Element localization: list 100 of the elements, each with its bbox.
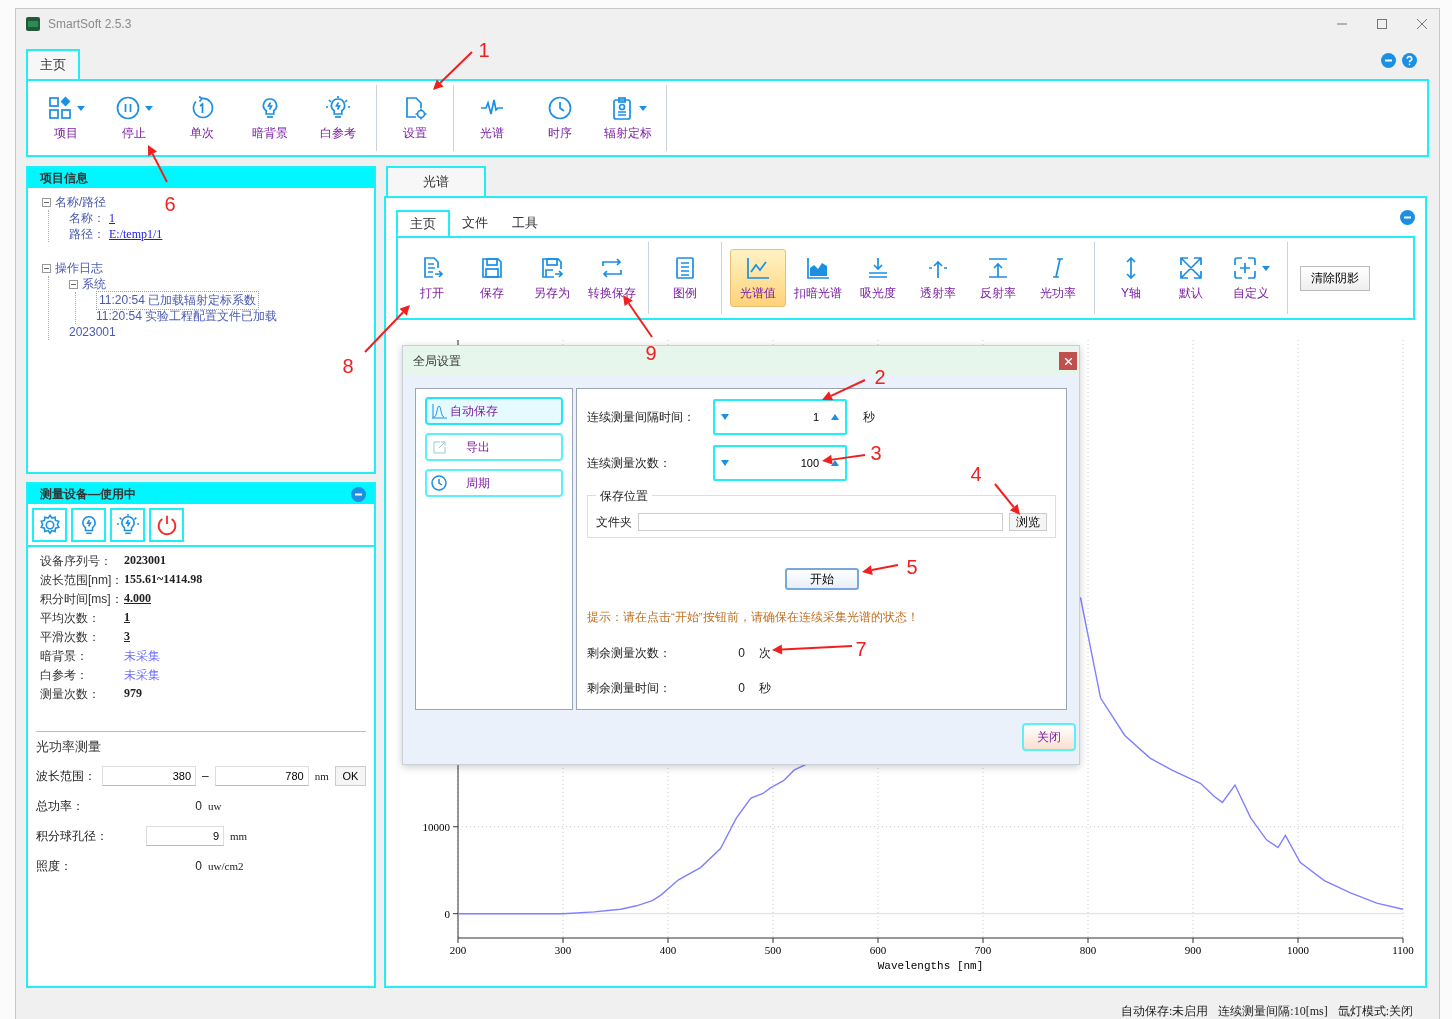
close-icon bbox=[1064, 357, 1072, 365]
toolbar-button[interactable]: Y轴 bbox=[1103, 249, 1159, 307]
toolbar-button[interactable]: 光谱值 bbox=[730, 249, 786, 307]
close-button[interactable] bbox=[1059, 352, 1077, 370]
value-text: 0 bbox=[737, 646, 745, 660]
unit-label: 秒 bbox=[863, 408, 875, 426]
path-link[interactable]: E:/temp1/1 bbox=[109, 226, 163, 242]
pause-icon bbox=[115, 95, 141, 121]
tree-item[interactable]: 名称： bbox=[69, 209, 105, 227]
tree-item[interactable]: 2023001 bbox=[69, 325, 116, 339]
toolbar-button[interactable]: 保存 bbox=[464, 249, 520, 307]
collapse-icon bbox=[1400, 210, 1415, 225]
tree-item[interactable]: 操作日志 bbox=[55, 259, 103, 277]
toolbar-button[interactable]: 转换保存 bbox=[584, 249, 640, 307]
toolbar-button[interactable]: 图例 bbox=[657, 249, 713, 307]
folder-field[interactable] bbox=[638, 513, 1003, 531]
annotation-number: 9 bbox=[645, 342, 657, 364]
tree-item[interactable]: 名称/路径 bbox=[55, 193, 107, 211]
device-tool-button[interactable] bbox=[71, 508, 106, 542]
ribbon-tab[interactable]: 主页 bbox=[396, 210, 450, 236]
info-value: 未采集 bbox=[124, 648, 161, 665]
device-tool-button[interactable] bbox=[32, 508, 67, 542]
axis-tick-label: 200 bbox=[449, 944, 467, 956]
toolbar-button[interactable]: 辐射定标 bbox=[598, 89, 658, 147]
ribbon-tab[interactable]: 主页 bbox=[26, 49, 80, 79]
start-button[interactable]: 开始 bbox=[784, 568, 859, 590]
toolbar-button[interactable]: 停止 bbox=[104, 89, 164, 147]
clear-shading-button[interactable]: 清除阴影 bbox=[1300, 265, 1370, 291]
caret-down-icon bbox=[721, 460, 729, 466]
device-tool-button[interactable] bbox=[110, 508, 145, 542]
axis-tick-label: 400 bbox=[659, 944, 677, 956]
device-tool-button[interactable] bbox=[149, 508, 184, 542]
tree-toggle-icon[interactable] bbox=[42, 263, 51, 273]
nav-item[interactable]: 自动保存 bbox=[425, 397, 563, 425]
field-label: 剩余测量时间： bbox=[587, 679, 672, 697]
toolbar-button[interactable]: 默认 bbox=[1163, 249, 1219, 307]
collapse-icon bbox=[1381, 53, 1396, 68]
toolbar-button[interactable]: 扣暗光谱 bbox=[790, 249, 846, 307]
number-field[interactable]: 100 bbox=[729, 456, 831, 470]
tree-item[interactable]: 11:20:54 实验工程配置文件已加载 bbox=[96, 307, 278, 325]
toolbar-button[interactable]: 单次 bbox=[172, 89, 232, 147]
info-value: 未采集 bbox=[124, 667, 161, 684]
hint-text: 提示：请在点击“开始”按钮前，请确保在连续采集光谱的状态！ bbox=[587, 610, 920, 625]
close-button[interactable]: 关闭 bbox=[1022, 723, 1076, 751]
area-chart-icon bbox=[805, 255, 831, 281]
toolbar-button[interactable]: 白参考 bbox=[308, 89, 368, 147]
path-link[interactable]: 1 bbox=[109, 210, 115, 226]
status-text: 连续测量间隔:10[ms] bbox=[1218, 1003, 1328, 1019]
caret-icon bbox=[1262, 265, 1270, 271]
toolbar-button[interactable]: 时序 bbox=[530, 89, 590, 147]
clock-icon bbox=[547, 95, 573, 121]
tree-toggle-icon[interactable] bbox=[42, 197, 51, 207]
panel-title: 项目信息 bbox=[40, 169, 88, 187]
toolbar-button[interactable]: 反射率 bbox=[970, 249, 1026, 307]
document-tab[interactable]: 光谱 bbox=[386, 166, 486, 196]
info-label: 暗背景： bbox=[40, 648, 89, 665]
number-field[interactable]: 780 bbox=[214, 766, 309, 786]
value-link[interactable]: 4.000 bbox=[124, 591, 364, 608]
toolbar-button[interactable]: 光谱 bbox=[462, 89, 522, 147]
spin-box[interactable]: 1 bbox=[713, 399, 847, 435]
gear-icon bbox=[37, 513, 62, 537]
caret-icon bbox=[145, 105, 153, 111]
annotation-number: 8 bbox=[342, 355, 354, 377]
toolbar-button[interactable]: 暗背景 bbox=[240, 89, 300, 147]
number-field[interactable]: 1 bbox=[729, 410, 831, 424]
nav-item[interactable]: 导出 bbox=[425, 433, 563, 461]
tree-toggle-icon[interactable] bbox=[69, 279, 78, 289]
toolbar-button[interactable]: 另存为 bbox=[524, 249, 580, 307]
value-link[interactable]: 3 bbox=[124, 629, 364, 646]
ribbon-tab[interactable]: 文件 bbox=[450, 210, 500, 236]
line-chart-icon bbox=[745, 255, 771, 281]
axis-tick-label: 700 bbox=[974, 944, 992, 956]
ribbon-tab[interactable]: 工具 bbox=[500, 210, 550, 236]
toolbar-button[interactable]: 打开 bbox=[404, 249, 460, 307]
close-icon bbox=[1417, 19, 1427, 29]
number-field[interactable]: 380 bbox=[102, 766, 196, 786]
spin-box[interactable]: 100 bbox=[713, 445, 847, 481]
info-label: 平均次数： bbox=[40, 610, 101, 627]
value-text: 0 bbox=[737, 681, 745, 695]
toolbar-button[interactable]: 自定义 bbox=[1223, 249, 1279, 307]
annotation-arrow bbox=[433, 51, 473, 90]
value-text: 0 bbox=[194, 859, 202, 873]
toolbar-button[interactable]: 项目 bbox=[36, 89, 96, 147]
ok-button[interactable]: OK bbox=[334, 766, 366, 786]
browse-button[interactable]: 浏览 bbox=[1009, 513, 1047, 531]
toolbar-button[interactable]: 透射率 bbox=[910, 249, 966, 307]
toolbar-button[interactable]: 设置 bbox=[385, 89, 445, 147]
annotation-number: 2 bbox=[874, 366, 886, 388]
toolbar-button[interactable]: 吸光度 bbox=[850, 249, 906, 307]
nav-item[interactable]: 周期 bbox=[425, 469, 563, 497]
field-label: 总功率： bbox=[36, 797, 85, 815]
value-link[interactable]: 1 bbox=[124, 610, 364, 627]
tree-item[interactable]: 系统 bbox=[82, 275, 106, 293]
info-label: 白参考： bbox=[40, 667, 89, 684]
unit-label: uw/cm2 bbox=[208, 860, 244, 872]
number-field[interactable]: 9 bbox=[146, 826, 224, 846]
toolbar-button[interactable]: 光功率 bbox=[1030, 249, 1086, 307]
tree-item[interactable]: 路径： bbox=[69, 225, 105, 243]
tree-item[interactable]: 11:20:54 已加载辐射定标系数 bbox=[96, 290, 260, 310]
field-label: 连续测量间隔时间： bbox=[587, 408, 696, 426]
